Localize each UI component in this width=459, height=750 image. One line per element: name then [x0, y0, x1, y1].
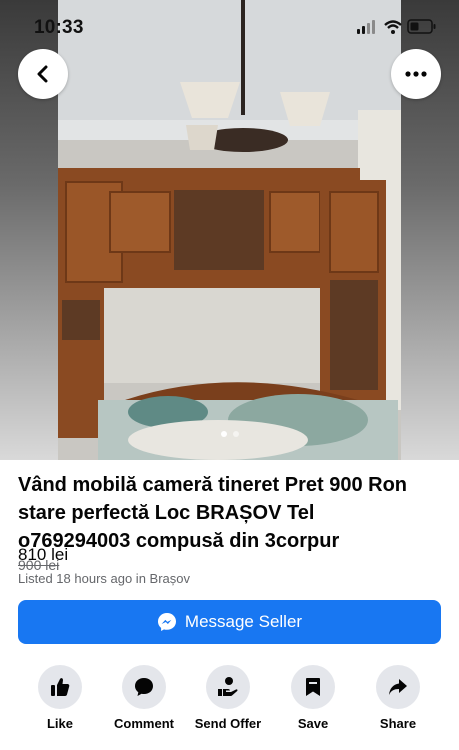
listing-price: 810 lei — [18, 545, 69, 564]
back-button[interactable] — [18, 49, 68, 99]
bookmark-icon — [306, 678, 320, 696]
send-offer-button[interactable]: Send Offer — [185, 665, 271, 731]
comment-button[interactable]: Comment — [101, 665, 187, 731]
share-button[interactable]: Share — [355, 665, 441, 731]
more-dots-icon — [405, 71, 427, 77]
status-time: 10:33 — [34, 17, 84, 38]
save-button[interactable]: Save — [270, 665, 356, 731]
wifi-icon — [384, 20, 402, 34]
more-options-button[interactable] — [391, 49, 441, 99]
chevron-left-icon — [37, 65, 48, 83]
like-label: Like — [46, 716, 73, 731]
share-label: Share — [379, 716, 417, 731]
save-label: Save — [297, 716, 329, 731]
listing-time-location: Listed 18 hours ago in Brașov — [18, 571, 190, 586]
action-bar: Like Comment Send Offer Save Share — [0, 665, 459, 745]
signal-icon — [357, 20, 375, 34]
thumbs-up-icon — [51, 678, 70, 696]
comment-icon — [135, 678, 153, 696]
battery-icon — [407, 19, 436, 34]
message-seller-button[interactable]: Message Seller — [18, 600, 441, 644]
share-icon — [389, 679, 407, 695]
pagination-dot — [232, 431, 239, 437]
offer-icon — [218, 677, 238, 696]
message-seller-label: Message Seller — [184, 612, 303, 631]
like-button[interactable]: Like — [17, 665, 103, 731]
bedroom-furniture-image — [58, 0, 401, 460]
listing-title: Vând mobilă cameră tineret Pret 900 Ron … — [18, 474, 408, 552]
comment-label: Comment — [114, 716, 174, 731]
photo-pagination — [0, 431, 459, 437]
listing-photo[interactable] — [0, 0, 459, 460]
pagination-dot-active — [220, 431, 227, 437]
send-offer-label: Send Offer — [194, 716, 262, 731]
status-bar: 10:33 — [0, 0, 459, 50]
status-icons — [357, 19, 437, 35]
messenger-icon — [157, 613, 176, 631]
